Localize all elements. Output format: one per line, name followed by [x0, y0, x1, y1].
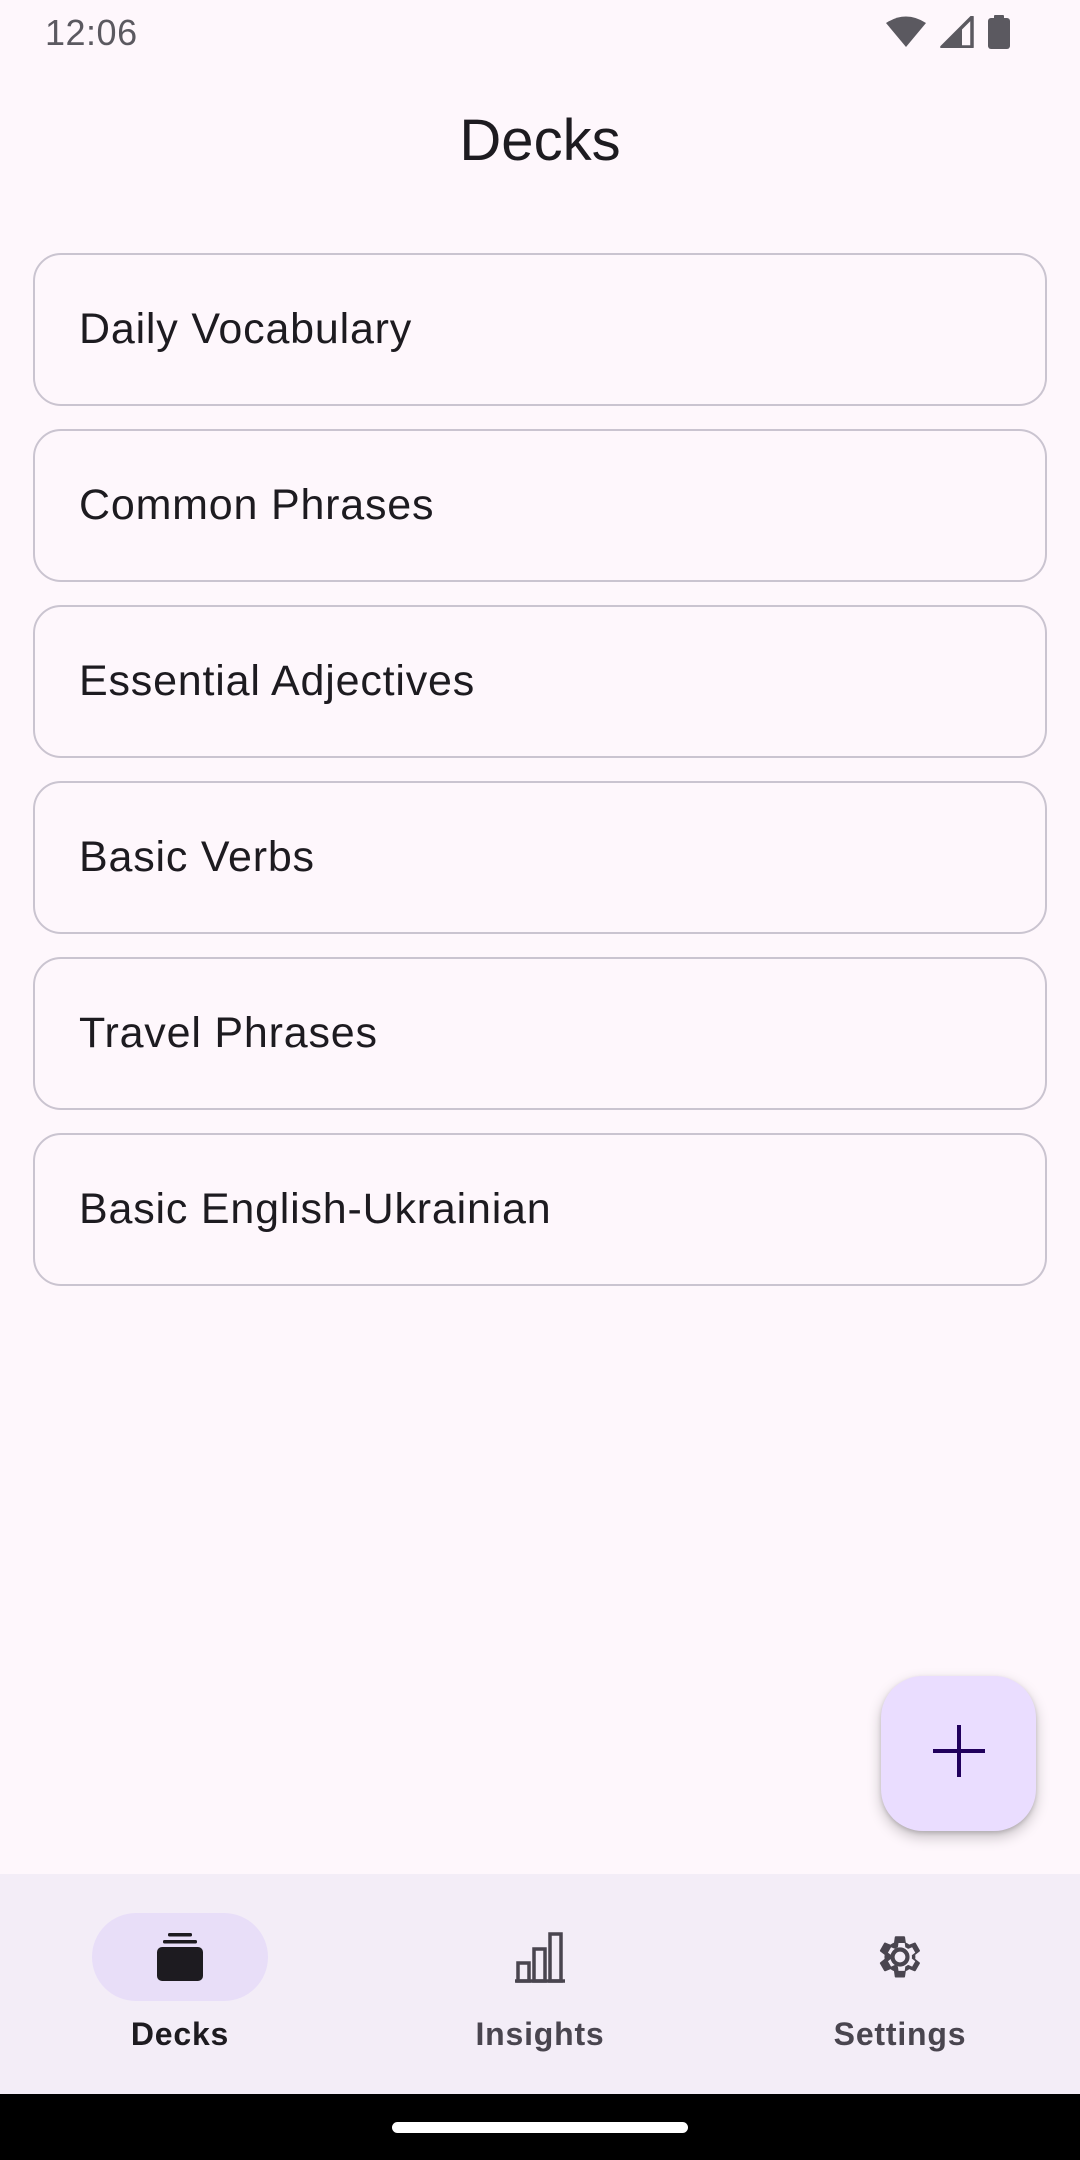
nav-label: Decks	[130, 2016, 230, 2052]
nav-label: Insights	[475, 2016, 605, 2052]
top-app-bar: Decks	[0, 90, 1080, 190]
home-gesture-handle[interactable]	[392, 2122, 688, 2133]
deck-card[interactable]: Essential Adjectives	[33, 605, 1047, 758]
screen: 12:06 Decks Daily Vocabulary Common Phra…	[0, 0, 1080, 2160]
gear-icon	[868, 1925, 932, 1989]
deck-name: Basic English-Ukrainian	[79, 1185, 552, 1233]
deck-card[interactable]: Basic English-Ukrainian	[33, 1133, 1047, 1286]
deck-card[interactable]: Daily Vocabulary	[33, 253, 1047, 406]
gesture-navigation-bar	[0, 2094, 1080, 2160]
page-title: Decks	[459, 107, 621, 173]
nav-item-insights[interactable]: Insights	[360, 1874, 720, 2094]
plus-icon	[932, 1725, 985, 1782]
bottom-navigation: Decks Insights Settings	[0, 1874, 1080, 2094]
nav-label: Settings	[833, 2016, 967, 2052]
bar-chart-icon	[508, 1925, 572, 1989]
decks-icon	[148, 1925, 212, 1989]
deck-name: Basic Verbs	[79, 833, 315, 881]
nav-item-settings[interactable]: Settings	[720, 1874, 1080, 2094]
deck-card[interactable]: Basic Verbs	[33, 781, 1047, 934]
deck-name: Common Phrases	[79, 481, 435, 529]
deck-card[interactable]: Common Phrases	[33, 429, 1047, 582]
deck-name: Travel Phrases	[79, 1009, 378, 1057]
add-deck-fab[interactable]	[881, 1676, 1036, 1831]
status-bar: 12:06	[0, 0, 1080, 64]
battery-icon	[988, 15, 1010, 49]
deck-list: Daily Vocabulary Common Phrases Essentia…	[33, 253, 1047, 1309]
cellular-signal-icon	[940, 16, 974, 48]
wifi-icon	[886, 16, 926, 48]
deck-card[interactable]: Travel Phrases	[33, 957, 1047, 1110]
deck-name: Daily Vocabulary	[79, 305, 413, 353]
status-icons	[886, 14, 1010, 50]
nav-item-decks[interactable]: Decks	[0, 1874, 360, 2094]
deck-name: Essential Adjectives	[79, 657, 476, 705]
status-time: 12:06	[45, 12, 138, 53]
